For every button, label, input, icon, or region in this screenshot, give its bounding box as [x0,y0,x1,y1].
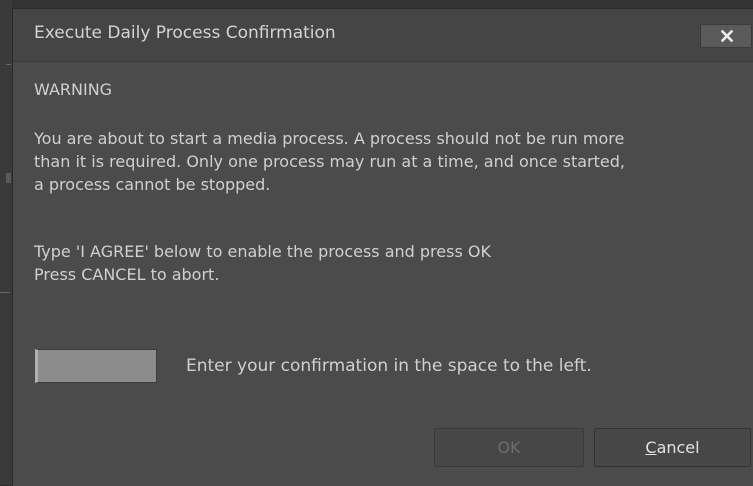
dialog-titlebar[interactable]: Execute Daily Process Confirmation [13,9,753,62]
instruction-line: Press CANCEL to abort. [34,265,220,284]
ok-button-label: OK [497,438,521,457]
message-line: than it is required. Only one process ma… [34,152,625,171]
background-window-edge [0,0,12,485]
cancel-button[interactable]: Cancel [594,428,751,467]
confirmation-dialog: Execute Daily Process Confirmation WARNI… [12,8,753,486]
message-line: a process cannot be stopped. [34,175,271,194]
dialog-body: WARNING You are about to start a media p… [13,62,753,486]
warning-message: You are about to start a media process. … [34,127,625,196]
background-divider [0,292,10,293]
instruction-text: Type 'I AGREE' below to enable the proce… [34,240,491,286]
background-divider [6,64,11,65]
confirmation-hint: Enter your confirmation in the space to … [186,356,592,376]
close-button[interactable] [700,24,752,48]
confirmation-input[interactable] [35,349,157,383]
close-icon [721,30,733,42]
instruction-line: Type 'I AGREE' below to enable the proce… [34,242,491,261]
warning-heading: WARNING [34,80,113,99]
cancel-button-label: ancel [656,438,700,457]
ok-button[interactable]: OK [434,428,584,467]
cancel-mnemonic: C [645,438,657,457]
dialog-title: Execute Daily Process Confirmation [34,23,336,43]
message-line: You are about to start a media process. … [34,129,625,148]
background-control [6,173,11,183]
